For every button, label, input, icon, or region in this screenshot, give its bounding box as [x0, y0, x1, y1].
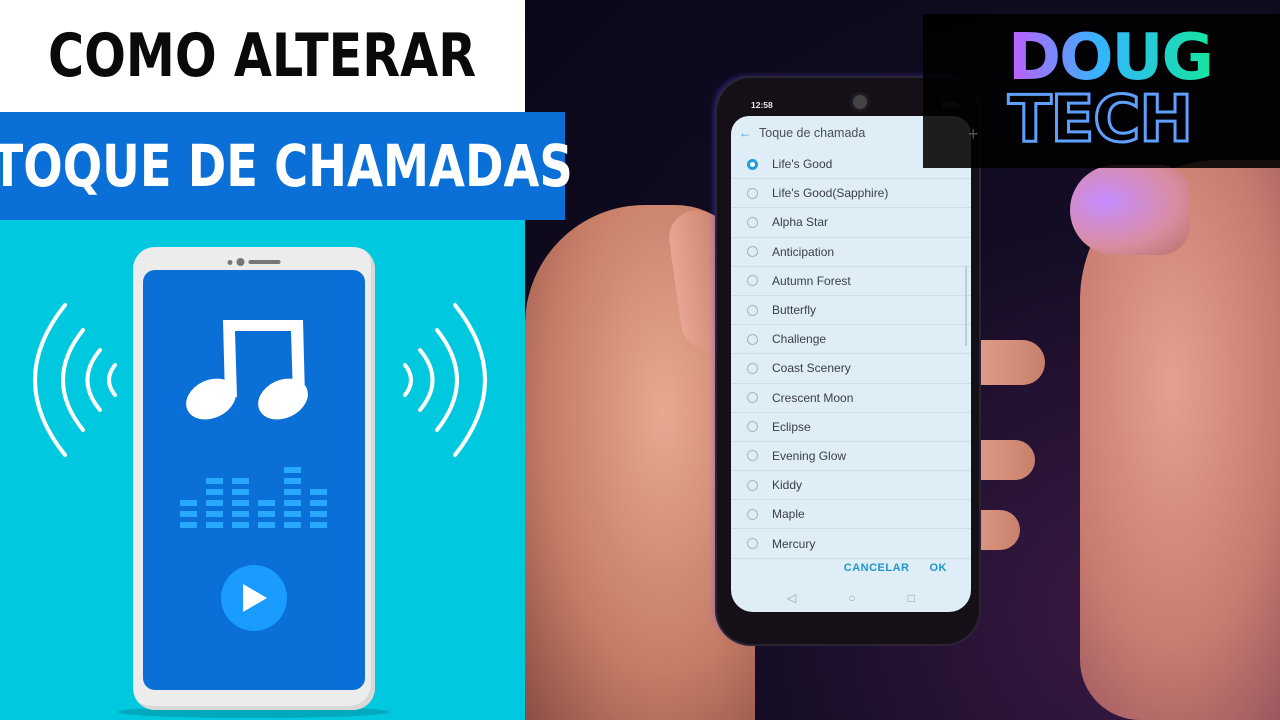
ringtone-option[interactable]: Maple [731, 500, 971, 530]
dialog-title: Toque de chamada [759, 126, 866, 140]
radio-unchecked-icon[interactable] [747, 275, 758, 287]
nav-recents-icon[interactable]: □ [908, 591, 915, 605]
ringtone-option[interactable]: Coast Scenery [731, 354, 971, 384]
ringtone-option[interactable]: Eclipse [731, 413, 971, 442]
title-line-2: TOQUE DE CHAMADAS [0, 132, 574, 200]
title-banner: COMO ALTERAR [0, 0, 525, 112]
ringtone-label: Mercury [772, 536, 816, 551]
navigation-bar: ◁ ○ □ [731, 586, 971, 610]
radio-unchecked-icon[interactable] [747, 421, 758, 433]
scrollbar[interactable] [965, 266, 967, 346]
logo-word-doug: DOUG [1008, 21, 1214, 95]
ringtone-list: Life's Good Life's Good(Sapphire) Alpha St… [731, 150, 971, 559]
ringtone-option[interactable]: Evening Glow [731, 442, 971, 472]
radio-unchecked-icon[interactable] [747, 246, 758, 258]
play-button [221, 565, 287, 631]
radio-unchecked-icon[interactable] [747, 187, 758, 199]
ringtone-label: Butterfly [772, 303, 817, 318]
radio-unchecked-icon[interactable] [747, 392, 758, 404]
ringtone-label: Crescent Moon [772, 390, 854, 405]
ringtone-label: Maple [772, 507, 805, 522]
sound-waves-left-icon [33, 303, 117, 457]
status-time: 12:58 [751, 100, 773, 110]
ringtone-label: Autumn Forest [772, 273, 851, 288]
title-line-1: COMO ALTERAR [48, 21, 477, 91]
back-arrow-icon[interactable]: ← [739, 126, 751, 140]
ringtone-label: Alpha Star [772, 215, 829, 230]
ringtone-option[interactable]: Autumn Forest [731, 267, 971, 296]
subtitle-banner: TOQUE DE CHAMADAS [0, 112, 573, 220]
ringtone-option[interactable]: Mercury [731, 529, 971, 559]
ringtone-option[interactable]: Alpha Star [731, 208, 971, 238]
ringtone-label: Anticipation [772, 244, 835, 259]
radio-unchecked-icon[interactable] [747, 479, 758, 491]
radio-unchecked-icon[interactable] [747, 538, 758, 550]
ringtone-label: Kiddy [772, 478, 803, 493]
radio-unchecked-icon[interactable] [747, 216, 758, 228]
ringtone-option[interactable]: Crescent Moon [731, 384, 971, 413]
right-thumb [1070, 165, 1190, 255]
ringtone-label: Challenge [772, 332, 827, 347]
ringtone-label: Life's Good(Sapphire) [772, 186, 889, 201]
ringtone-option[interactable]: Life's Good(Sapphire) [731, 179, 971, 209]
ringtone-option[interactable]: Kiddy [731, 471, 971, 501]
add-icon: + [968, 124, 979, 144]
radio-unchecked-icon[interactable] [747, 450, 758, 462]
ringtone-label: Evening Glow [772, 448, 847, 463]
ringtone-dialog: ← Toque de chamada Life's Good Life's Goo… [731, 116, 971, 612]
thumbnail-panel: COMO ALTERAR [0, 0, 525, 720]
ringtone-option[interactable]: Butterfly [731, 296, 971, 326]
nav-back-icon[interactable]: ◁ [787, 591, 796, 605]
music-note-icon [186, 320, 308, 420]
phone-speaker [227, 258, 281, 266]
ringtone-option[interactable]: Anticipation [731, 238, 971, 267]
radio-unchecked-icon[interactable] [747, 508, 758, 520]
sound-waves-right-icon [403, 303, 487, 457]
dialog-actions: CANCELAR OK [731, 562, 971, 582]
radio-checked-icon[interactable] [747, 158, 758, 170]
radio-unchecked-icon[interactable] [747, 304, 758, 316]
equalizer-icon [180, 467, 327, 528]
nav-home-icon[interactable]: ○ [848, 591, 855, 605]
radio-unchecked-icon[interactable] [747, 333, 758, 345]
logo-word-tech: TECH [1007, 83, 1195, 157]
play-icon [243, 584, 267, 612]
channel-logo: + DOUG TECH [923, 14, 1280, 168]
ok-button[interactable]: OK [930, 562, 948, 582]
ringtone-option[interactable]: Challenge [731, 325, 971, 355]
radio-unchecked-icon[interactable] [747, 362, 758, 374]
ringtone-label: Life's Good [772, 157, 833, 172]
ringtone-label: Coast Scenery [772, 361, 851, 376]
cancel-button[interactable]: CANCELAR [844, 562, 910, 582]
ringtone-label: Eclipse [772, 419, 811, 434]
